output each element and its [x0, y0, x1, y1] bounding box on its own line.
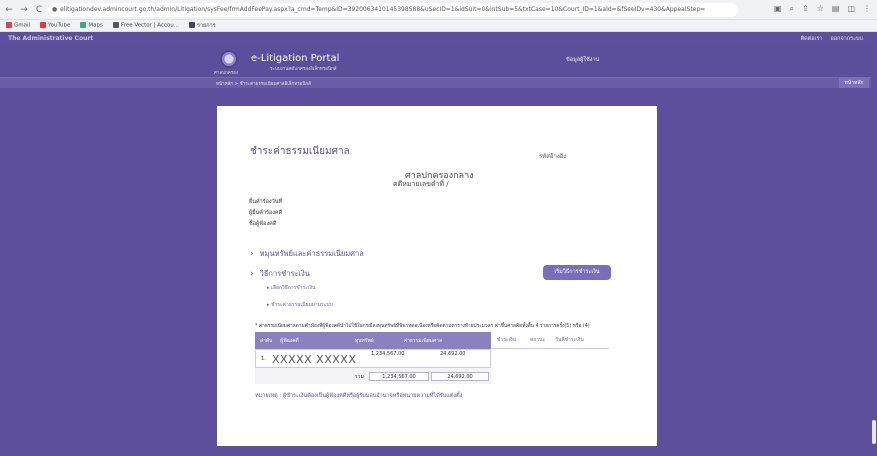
breadcrumb[interactable]: หน้าหลัก > ชำระค่าธรรมเนียมศาลอิเล็กทรอน…: [216, 80, 311, 87]
row-plaintiff-name: XXXXX XXXXX: [272, 353, 357, 366]
back-icon[interactable]: ←: [3, 5, 15, 15]
section-fee-calc-label: หมุนหรัพย์และค่าธรรมเนียมศาล: [259, 249, 364, 258]
contact-link[interactable]: ติดต่อเรา: [801, 35, 823, 43]
page-title: ชำระค่าธรรมเนียมศาล: [250, 146, 350, 157]
freevector-icon: [112, 22, 119, 29]
total-fee: 24,692.00: [431, 372, 489, 381]
main-panel: ชำระค่าธรรมเนียมศาล รหัสอ้างอิง ศาลปกครอ…: [217, 106, 657, 446]
info-plaintiff: ชื่อผู้ฟ้องคดี: [249, 221, 277, 227]
total-capital: 1,234,567.00: [369, 372, 429, 381]
section-payment[interactable]: › วิธีการชำระเงิน: [250, 268, 310, 280]
logo-caption: ศาลปกครอง: [214, 71, 239, 76]
section-payment-label: วิธีการชำระเงิน: [259, 269, 310, 278]
info-filer: ผู้ยื่นคำร้องคดี: [249, 210, 283, 216]
reload-icon[interactable]: C: [33, 5, 45, 15]
header-main: ลำดับ ผู้ฟ้องคดี ทุนทรัพย์ ค่าธรรมเนียมศ…: [255, 332, 491, 349]
link-pay-online[interactable]: ▸ ชำระค่าธรรมเนียมผ่านระบบ: [267, 301, 333, 309]
case-number: คดีหมายเลขดำที่ /: [393, 180, 449, 188]
header-payment: ชำระเงิน: [497, 337, 517, 343]
user-info-link[interactable]: ข้อมูลผู้ใช้งาน: [566, 56, 599, 64]
table-row: 1. XXXXX XXXXX 1,234,567.00 24,692.00: [255, 349, 491, 368]
chevron-right-icon: ›: [250, 249, 254, 259]
breadcrumb-bar: [0, 78, 877, 88]
app-title: The Administrative Court: [8, 35, 94, 42]
court-logo: [220, 50, 238, 68]
section-fee-calc[interactable]: › หมุนหรัพย์และค่าธรรมเนียมศาล: [250, 248, 364, 260]
bookmark-youtube[interactable]: YouTube: [40, 22, 70, 29]
fee-table-header: ลำดับ ผู้ฟ้องคดี ทุนทรัพย์ ค่าธรรมเนียมศ…: [255, 332, 609, 349]
row-no: 1.: [261, 356, 266, 362]
header-status: สถานะ: [530, 337, 546, 343]
bookmark-list[interactable]: รายการ: [189, 22, 216, 30]
header-capital: ทุนทรัพย์: [354, 337, 374, 344]
chevron-right-icon: ›: [250, 269, 254, 279]
row-capital: 1,234,567.00: [371, 351, 405, 357]
header-no: ลำดับ: [260, 337, 273, 344]
maps-icon: [80, 22, 87, 29]
row-fee: 24,692.00: [440, 351, 466, 357]
fee-note: * ค่าธรรมเนียมศาลตามคำฟ้องที่ผู้ฟ้องคดีน…: [255, 324, 590, 329]
browser-actions: ▣ ⌕ ⇪ ☆ ▤ ◫ ⋮: [774, 4, 871, 14]
header-plaintiff: ผู้ฟ้องคดี: [280, 337, 299, 344]
home-button[interactable]: หน้าหลัก: [839, 78, 869, 88]
remark: หมายเหตุ : ผู้ชำระเงินต้องเป็นผู้ฟ้องคดี…: [255, 393, 463, 399]
page-scrollbar[interactable]: [871, 46, 877, 446]
share-icon[interactable]: ⇪: [802, 4, 809, 14]
sidepanel-icon[interactable]: ◫: [847, 4, 855, 14]
extensions-icon[interactable]: ▤: [832, 4, 840, 14]
address-bar[interactable]: ● elitigationdev.admincourt.go.th/admin/…: [48, 3, 738, 17]
bookmark-icon: [189, 22, 196, 28]
bookmarks-bar: Gmail YouTube Maps Free Vector | Accou..…: [0, 20, 877, 32]
table-total-row: รวม 1,234,567.00 24,692.00: [255, 368, 491, 384]
portal-header: [0, 46, 877, 78]
translate-icon[interactable]: ▣: [774, 4, 782, 14]
portal-subtitle: ระบบงานคดีปกครองอิเล็กทรอนิกส์: [270, 67, 337, 72]
youtube-icon: [40, 22, 47, 29]
logout-link[interactable]: ออกจากระบบ: [831, 35, 863, 43]
reference-label: รหัสอ้างอิง: [539, 153, 567, 160]
bookmark-maps[interactable]: Maps: [80, 22, 103, 29]
forward-icon[interactable]: →: [18, 5, 30, 15]
start-payment-button[interactable]: เริ่มวิธีการชำระเงิน: [543, 265, 611, 280]
header-side: ชำระเงิน สถานะ วันที่ชำระเงิน: [491, 332, 609, 349]
browser-toolbar: ← → C ● elitigationdev.admincourt.go.th/…: [0, 0, 877, 20]
header-fee: ค่าธรรมเนียมศาล: [403, 337, 443, 344]
star-icon[interactable]: ☆: [817, 4, 824, 14]
header-pay-date: วันที่ชำระเงิน: [555, 337, 584, 343]
bookmark-freevector[interactable]: Free Vector | Accou...: [112, 22, 179, 29]
scroll-thumb[interactable]: [872, 420, 876, 444]
portal-title: e-Litigation Portal: [251, 53, 340, 64]
menu-icon[interactable]: ⋮: [863, 4, 871, 14]
link-select-payment[interactable]: ▸ เลือกวิธีการชำระเงิน: [267, 284, 315, 292]
bookmark-gmail[interactable]: Gmail: [6, 22, 30, 29]
url-text: elitigationdev.admincourt.go.th/admin/Li…: [60, 6, 706, 13]
app-header: The Administrative Court ติดต่อเรา ออกจา…: [0, 32, 877, 46]
app-header-actions: ติดต่อเรา ออกจากระบบ: [801, 35, 863, 43]
zoom-icon[interactable]: ⌕: [790, 4, 794, 14]
info-filing-date: ยื่นคำร้องวันที่: [249, 199, 283, 205]
total-label: รวม: [355, 374, 364, 380]
lock-icon: ●: [52, 6, 58, 13]
gmail-icon: [6, 22, 12, 29]
